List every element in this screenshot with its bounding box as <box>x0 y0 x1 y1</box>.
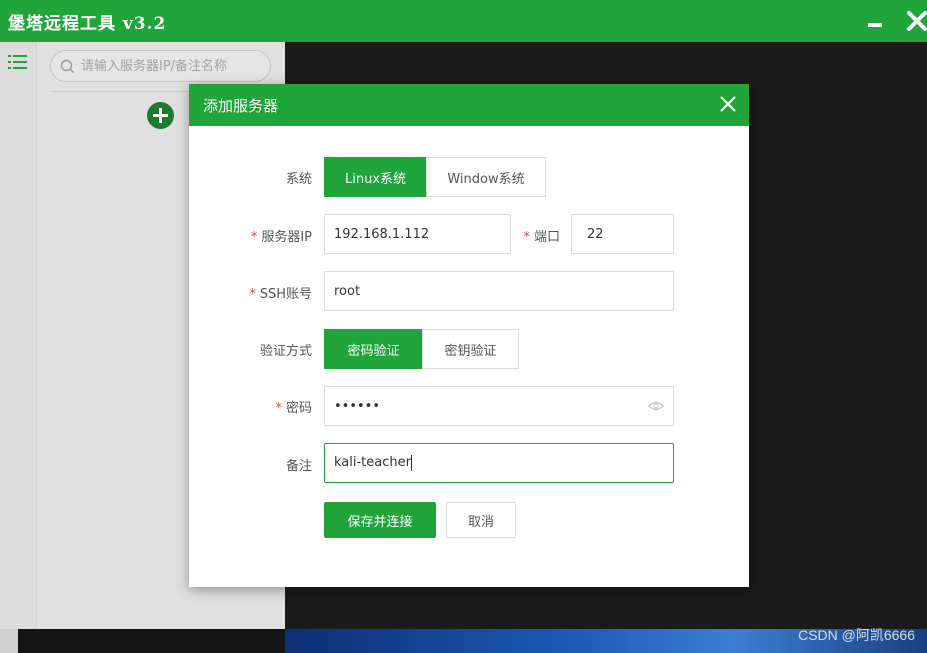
server-ip-input[interactable] <box>334 224 501 244</box>
system-label-text: 系统 <box>285 172 312 187</box>
remark-text-wrap[interactable]: kali-teacher <box>334 453 412 473</box>
system-label: 系统 <box>229 168 312 187</box>
password-field[interactable] <box>324 386 674 426</box>
cancel-button[interactable]: 取消 <box>446 502 516 538</box>
required-mark: * <box>250 230 258 245</box>
auth-method-label-text: 验证方式 <box>259 344 312 359</box>
minimize-icon <box>868 23 882 27</box>
close-icon[interactable] <box>718 94 738 114</box>
remark-field[interactable]: kali-teacher <box>324 443 674 483</box>
ssh-account-field[interactable] <box>324 271 674 311</box>
panel-footer <box>0 629 18 653</box>
add-server-dialog: 添加服务器 系统 Linux系统 Window系统 *服务器IP *端口 *SS… <box>189 84 749 587</box>
password-label: * 密码 <box>229 397 312 416</box>
required-mark: * <box>249 287 256 302</box>
system-option-window[interactable]: Window系统 <box>426 157 546 197</box>
required-mark: * <box>275 401 282 416</box>
server-ip-label-text: 服务器IP <box>261 230 312 245</box>
remark-input[interactable]: kali-teacher <box>334 455 411 470</box>
minimize-button[interactable] <box>860 6 890 36</box>
save-button-label: 保存并连接 <box>347 514 413 530</box>
server-ip-field[interactable] <box>324 214 511 254</box>
text-caret <box>410 454 412 471</box>
dialog-title: 添加服务器 <box>203 97 279 115</box>
auth-option-key[interactable]: 密钥验证 <box>422 329 519 369</box>
port-field[interactable] <box>571 214 674 254</box>
search-box[interactable] <box>50 50 271 82</box>
server-ip-label: * 服务器IP <box>229 226 312 245</box>
add-server-button[interactable] <box>147 102 174 129</box>
port-label-text: 端口 <box>533 230 560 245</box>
save-and-connect-button[interactable]: 保存并连接 <box>324 502 436 538</box>
system-option-linux-label: Linux系统 <box>344 171 407 187</box>
system-option-window-label: Window系统 <box>447 171 525 187</box>
password-label-text: 密码 <box>285 401 312 416</box>
ssh-account-label: * SSH账号 <box>229 283 312 302</box>
ssh-account-input[interactable] <box>334 281 664 301</box>
eye-icon[interactable] <box>648 400 664 412</box>
dialog-header: 添加服务器 <box>189 84 749 126</box>
list-icon[interactable] <box>8 54 28 70</box>
port-input[interactable] <box>587 224 667 244</box>
sidebar-strip <box>0 42 37 629</box>
watermark: CSDN @阿凯6666 <box>798 627 915 643</box>
window-close-button[interactable] <box>902 6 927 36</box>
remark-label-text: 备注 <box>285 459 312 474</box>
panel-footer-dark <box>18 629 285 653</box>
password-input[interactable] <box>334 396 634 416</box>
plus-icon-stem <box>159 108 162 123</box>
app-title: 堡塔远程工具 v3.2 <box>8 14 167 34</box>
required-mark: * <box>523 230 530 245</box>
system-option-linux[interactable]: Linux系统 <box>324 157 427 197</box>
search-input[interactable] <box>81 55 266 77</box>
ssh-account-label-text: SSH账号 <box>259 287 312 302</box>
auth-option-key-label: 密钥验证 <box>444 343 497 359</box>
auth-option-password[interactable]: 密码验证 <box>324 329 423 369</box>
title-bar: 堡塔远程工具 v3.2 <box>0 0 927 42</box>
close-icon <box>907 11 927 31</box>
auth-method-label: 验证方式 <box>229 340 312 359</box>
cancel-button-label: 取消 <box>467 514 494 530</box>
port-label: * 端口 <box>520 226 560 245</box>
search-icon <box>60 59 75 74</box>
remark-label: 备注 <box>229 455 312 474</box>
auth-option-password-label: 密码验证 <box>347 343 400 359</box>
